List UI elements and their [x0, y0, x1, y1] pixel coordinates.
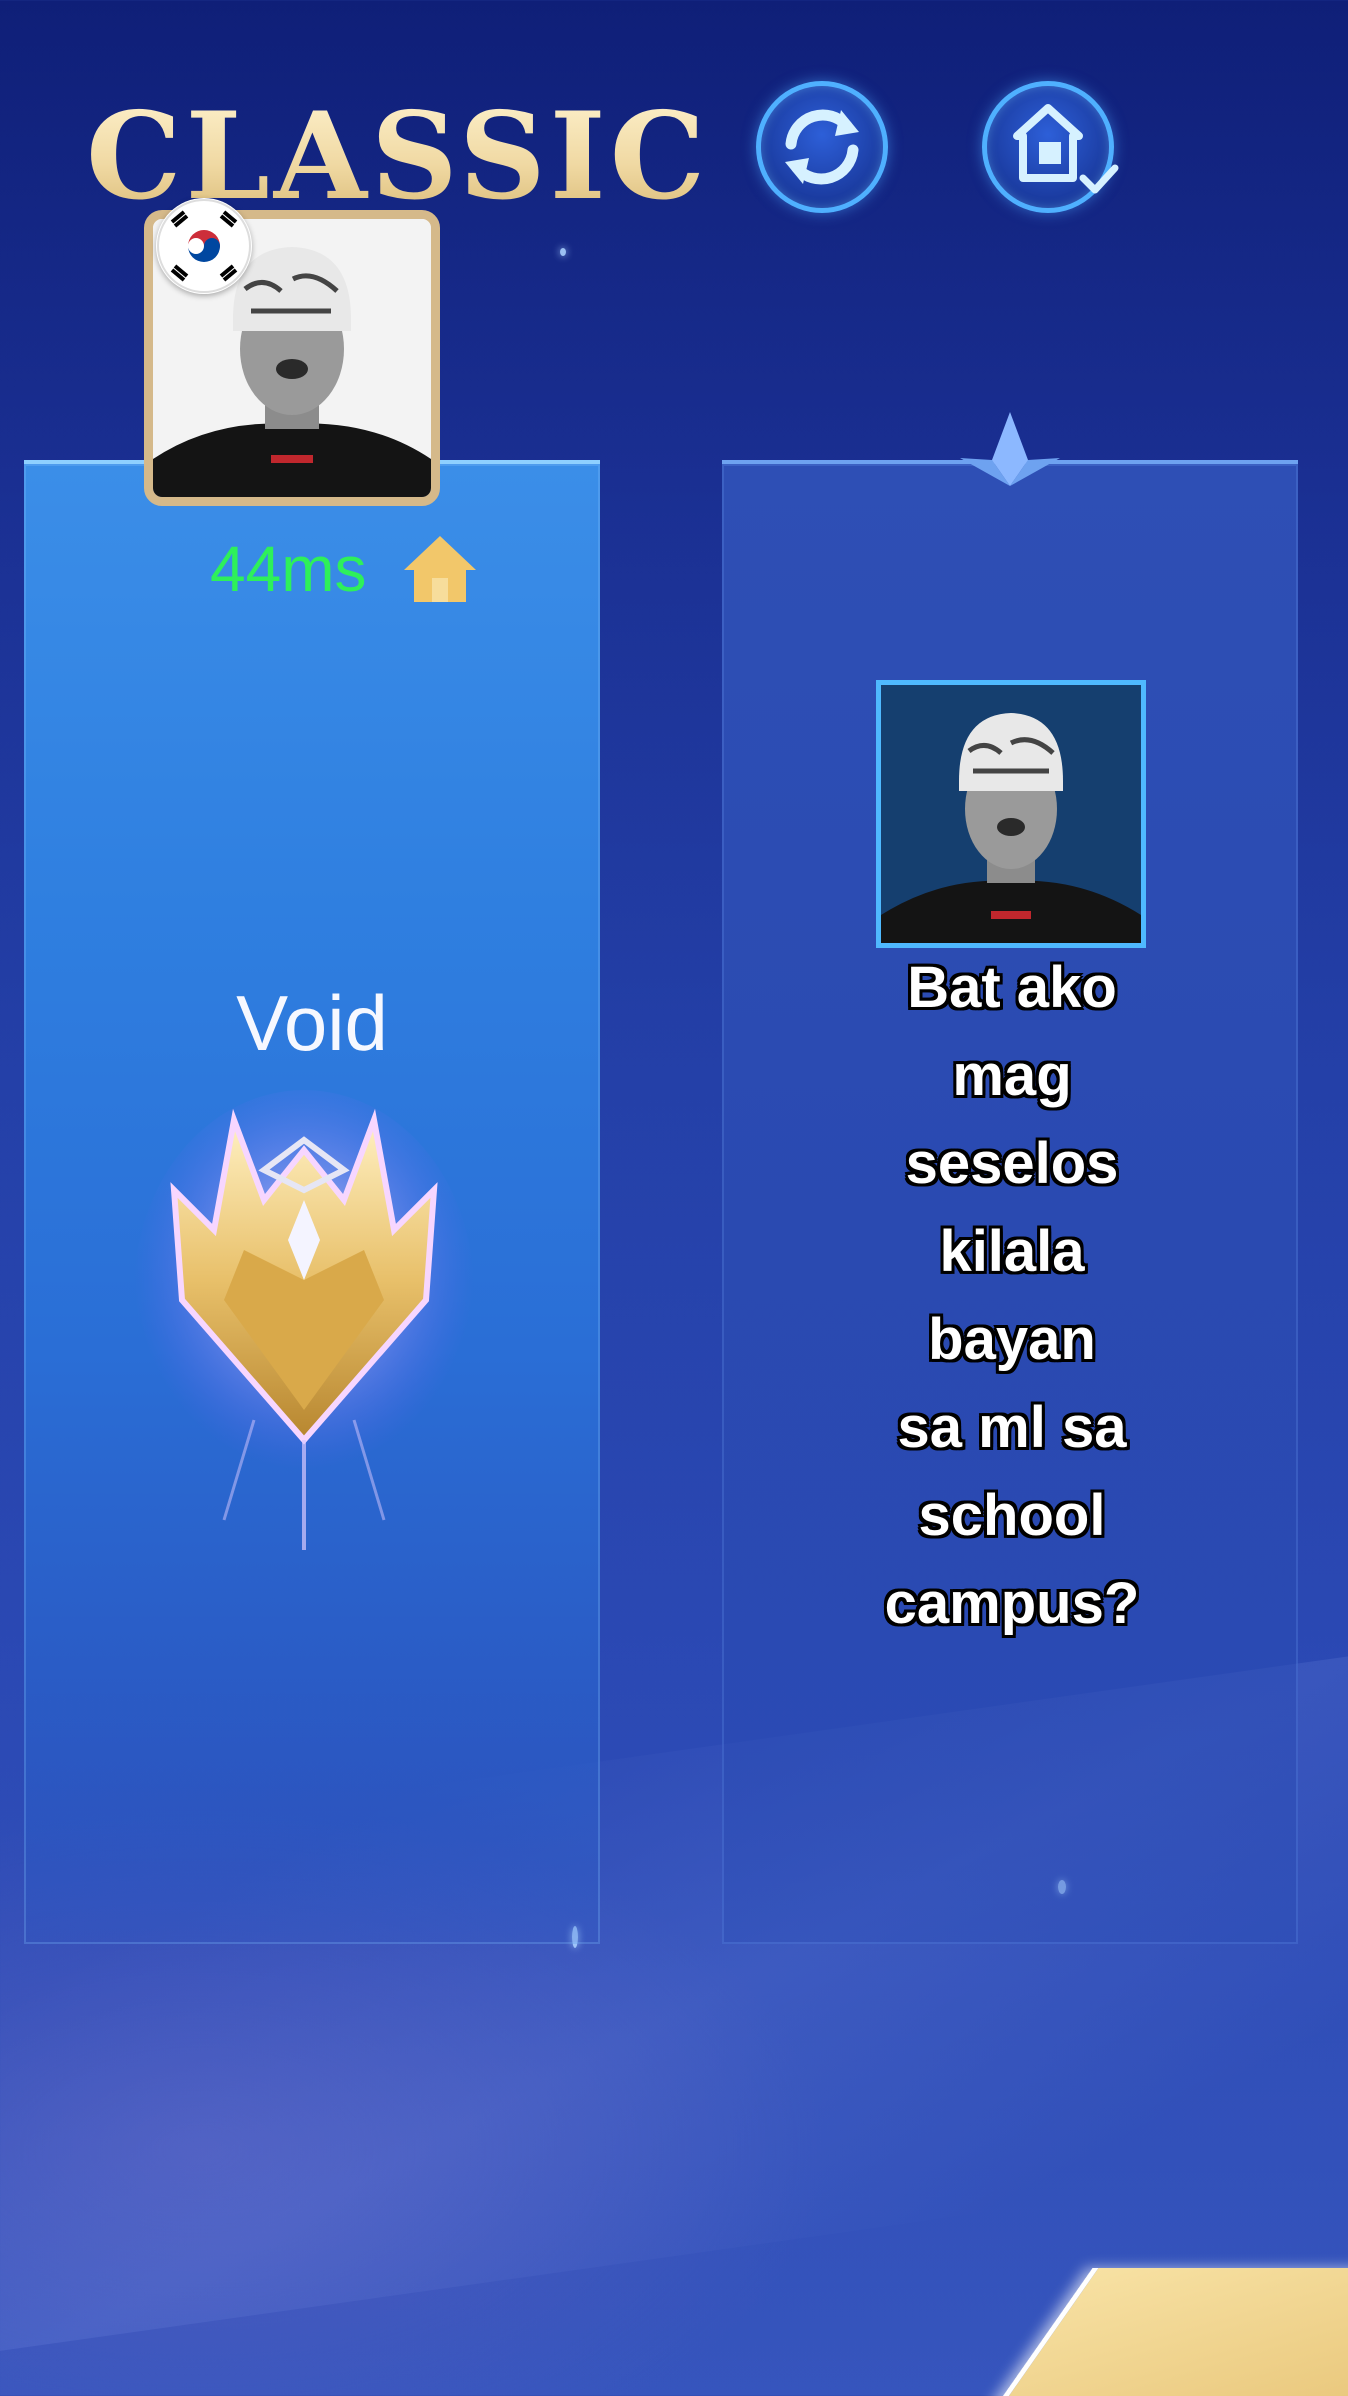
- caption-line: mag: [952, 1043, 1072, 1108]
- caption-line: seselos: [905, 1131, 1119, 1196]
- panel-crest-icon: [960, 412, 1060, 486]
- sparkle: [560, 248, 566, 256]
- refresh-icon: [785, 109, 859, 185]
- refresh-button[interactable]: [756, 81, 888, 213]
- ping-indicator: 44ms: [184, 524, 504, 614]
- caption-line: Bat ako: [907, 955, 1117, 1020]
- caption-line: sa ml sa: [897, 1395, 1127, 1460]
- caption-line: bayan: [928, 1307, 1096, 1372]
- house-icon: [404, 536, 476, 602]
- caption-line: kilala: [939, 1219, 1085, 1284]
- caption-line: campus?: [884, 1571, 1140, 1636]
- mythic-rank-emblem-icon: [134, 1090, 474, 1550]
- overlay-caption: Bat ako mag seselos kilala bayan sa ml s…: [822, 944, 1202, 1648]
- caption-line: school: [918, 1483, 1106, 1548]
- south-korea-flag-icon: [156, 198, 252, 294]
- ping-value: 44ms: [210, 533, 367, 605]
- start-button-corner[interactable]: [987, 2268, 1348, 2396]
- avatar-portrait: [881, 685, 1141, 943]
- home-check-icon: [1013, 104, 1119, 194]
- player-name: Void: [236, 979, 388, 1067]
- home-invite-button[interactable]: [982, 81, 1119, 213]
- teammate-avatar[interactable]: [876, 680, 1146, 948]
